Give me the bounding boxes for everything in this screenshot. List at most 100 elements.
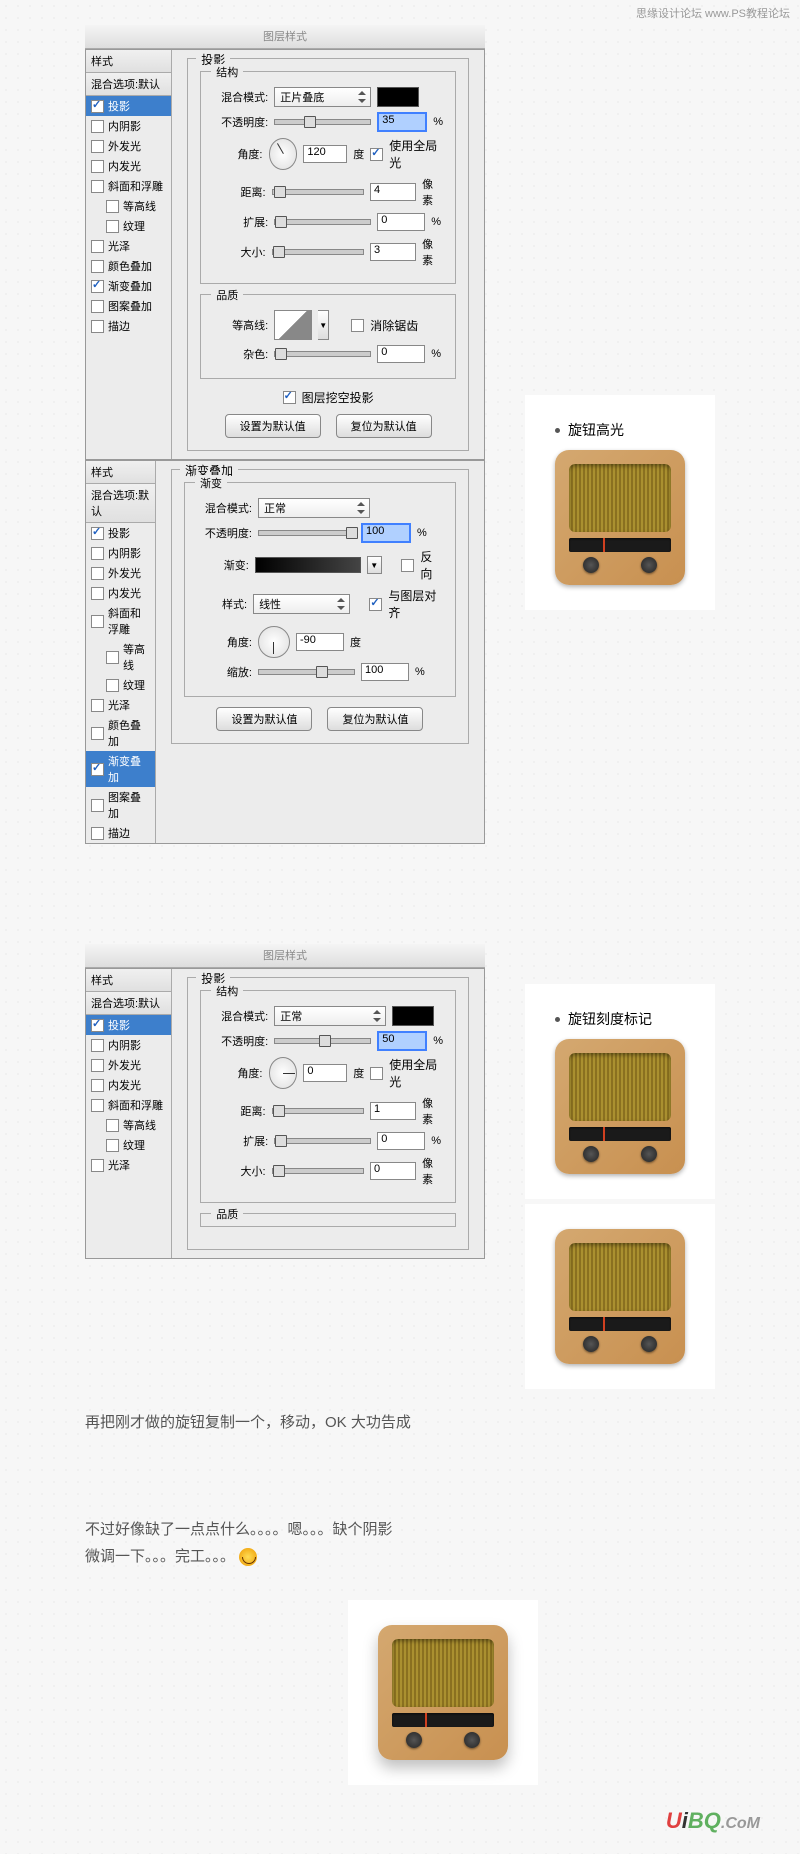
style-item-投影[interactable]: 投影	[86, 523, 155, 543]
spread-slider[interactable]	[274, 219, 371, 225]
noise-slider[interactable]	[274, 351, 371, 357]
style-checkbox[interactable]	[91, 587, 104, 600]
angle-dial[interactable]	[269, 1057, 298, 1089]
style-checkbox[interactable]	[91, 100, 104, 113]
style-item-纹理[interactable]: 纹理	[86, 675, 155, 695]
style-item-描边[interactable]: 描边	[86, 316, 171, 336]
style-item-渐变叠加[interactable]: 渐变叠加	[86, 751, 155, 787]
style-checkbox[interactable]	[91, 120, 104, 133]
opacity-slider[interactable]	[274, 1038, 371, 1044]
gradient-dropdown-icon[interactable]: ▼	[367, 556, 382, 574]
style-checkbox[interactable]	[106, 200, 119, 213]
style-checkbox[interactable]	[106, 1119, 119, 1132]
distance-input[interactable]: 4	[370, 183, 416, 201]
style-checkbox[interactable]	[91, 1019, 104, 1032]
style-item-等高线[interactable]: 等高线	[86, 1115, 171, 1135]
global-light-checkbox[interactable]	[370, 148, 383, 161]
opacity-input[interactable]: 100	[361, 523, 411, 543]
reverse-checkbox[interactable]	[401, 559, 414, 572]
contour-dropdown-icon[interactable]: ▼	[318, 310, 329, 340]
opacity-slider[interactable]	[274, 119, 371, 125]
set-default-button[interactable]: 设置为默认值	[216, 707, 312, 731]
style-checkbox[interactable]	[91, 547, 104, 560]
style-checkbox[interactable]	[91, 280, 104, 293]
style-checkbox[interactable]	[106, 1139, 119, 1152]
distance-input[interactable]: 1	[370, 1102, 416, 1120]
style-checkbox[interactable]	[91, 1099, 104, 1112]
style-item-颜色叠加[interactable]: 颜色叠加	[86, 715, 155, 751]
style-item-斜面和浮雕[interactable]: 斜面和浮雕	[86, 603, 155, 639]
style-checkbox[interactable]	[106, 679, 119, 692]
style-item-内发光[interactable]: 内发光	[86, 156, 171, 176]
opacity-input[interactable]: 50	[377, 1031, 427, 1051]
style-item-等高线[interactable]: 等高线	[86, 196, 171, 216]
style-checkbox[interactable]	[106, 651, 119, 664]
style-checkbox[interactable]	[91, 799, 104, 812]
antialias-checkbox[interactable]	[351, 319, 364, 332]
set-default-button[interactable]: 设置为默认值	[225, 414, 321, 438]
contour-picker[interactable]	[274, 310, 312, 340]
scale-input[interactable]: 100	[361, 663, 409, 681]
style-item-外发光[interactable]: 外发光	[86, 136, 171, 156]
style-checkbox[interactable]	[91, 240, 104, 253]
shadow-color-swatch[interactable]	[392, 1006, 434, 1026]
style-item-光泽[interactable]: 光泽	[86, 695, 155, 715]
shadow-color-swatch[interactable]	[377, 87, 419, 107]
style-item-渐变叠加[interactable]: 渐变叠加	[86, 276, 171, 296]
spread-input[interactable]: 0	[377, 213, 425, 231]
style-checkbox[interactable]	[91, 727, 104, 740]
style-item-图案叠加[interactable]: 图案叠加	[86, 296, 171, 316]
style-item-内阴影[interactable]: 内阴影	[86, 1035, 171, 1055]
style-checkbox[interactable]	[91, 1039, 104, 1052]
style-checkbox[interactable]	[91, 160, 104, 173]
spread-input[interactable]: 0	[377, 1132, 425, 1150]
style-item-内阴影[interactable]: 内阴影	[86, 116, 171, 136]
style-checkbox[interactable]	[106, 220, 119, 233]
blend-mode-select[interactable]: 正常	[258, 498, 370, 518]
style-checkbox[interactable]	[91, 320, 104, 333]
scale-slider[interactable]	[258, 669, 355, 675]
style-select[interactable]: 线性	[253, 594, 350, 614]
style-item-内阴影[interactable]: 内阴影	[86, 543, 155, 563]
opacity-slider[interactable]	[258, 530, 355, 536]
gradient-picker[interactable]	[255, 557, 361, 573]
angle-input[interactable]: -90	[296, 633, 344, 651]
angle-dial[interactable]	[269, 138, 298, 170]
blend-options-default[interactable]: 混合选项:默认	[86, 73, 171, 96]
style-item-斜面和浮雕[interactable]: 斜面和浮雕	[86, 176, 171, 196]
blend-options-default[interactable]: 混合选项:默认	[86, 992, 171, 1015]
style-item-内发光[interactable]: 内发光	[86, 583, 155, 603]
knockout-checkbox[interactable]	[283, 391, 296, 404]
reset-default-button[interactable]: 复位为默认值	[327, 707, 423, 731]
size-input[interactable]: 3	[370, 243, 416, 261]
global-light-checkbox[interactable]	[370, 1067, 383, 1080]
style-item-纹理[interactable]: 纹理	[86, 216, 171, 236]
distance-slider[interactable]	[272, 189, 364, 195]
size-input[interactable]: 0	[370, 1162, 416, 1180]
style-item-描边[interactable]: 描边	[86, 823, 155, 843]
angle-input[interactable]: 0	[303, 1064, 347, 1082]
angle-input[interactable]: 120	[303, 145, 347, 163]
angle-dial[interactable]	[258, 626, 290, 658]
style-checkbox[interactable]	[91, 1059, 104, 1072]
style-item-颜色叠加[interactable]: 颜色叠加	[86, 256, 171, 276]
blend-mode-select[interactable]: 正片叠底	[274, 87, 371, 107]
style-item-斜面和浮雕[interactable]: 斜面和浮雕	[86, 1095, 171, 1115]
style-item-外发光[interactable]: 外发光	[86, 1055, 171, 1075]
reset-default-button[interactable]: 复位为默认值	[336, 414, 432, 438]
style-item-投影[interactable]: 投影	[86, 1015, 171, 1035]
style-checkbox[interactable]	[91, 1079, 104, 1092]
style-item-内发光[interactable]: 内发光	[86, 1075, 171, 1095]
style-checkbox[interactable]	[91, 763, 104, 776]
style-item-等高线[interactable]: 等高线	[86, 639, 155, 675]
style-checkbox[interactable]	[91, 527, 104, 540]
style-item-光泽[interactable]: 光泽	[86, 236, 171, 256]
blend-mode-select[interactable]: 正常	[274, 1006, 386, 1026]
style-item-投影[interactable]: 投影	[86, 96, 171, 116]
opacity-input[interactable]: 35	[377, 112, 427, 132]
style-item-外发光[interactable]: 外发光	[86, 563, 155, 583]
style-checkbox[interactable]	[91, 300, 104, 313]
spread-slider[interactable]	[274, 1138, 371, 1144]
style-checkbox[interactable]	[91, 140, 104, 153]
style-checkbox[interactable]	[91, 1159, 104, 1172]
